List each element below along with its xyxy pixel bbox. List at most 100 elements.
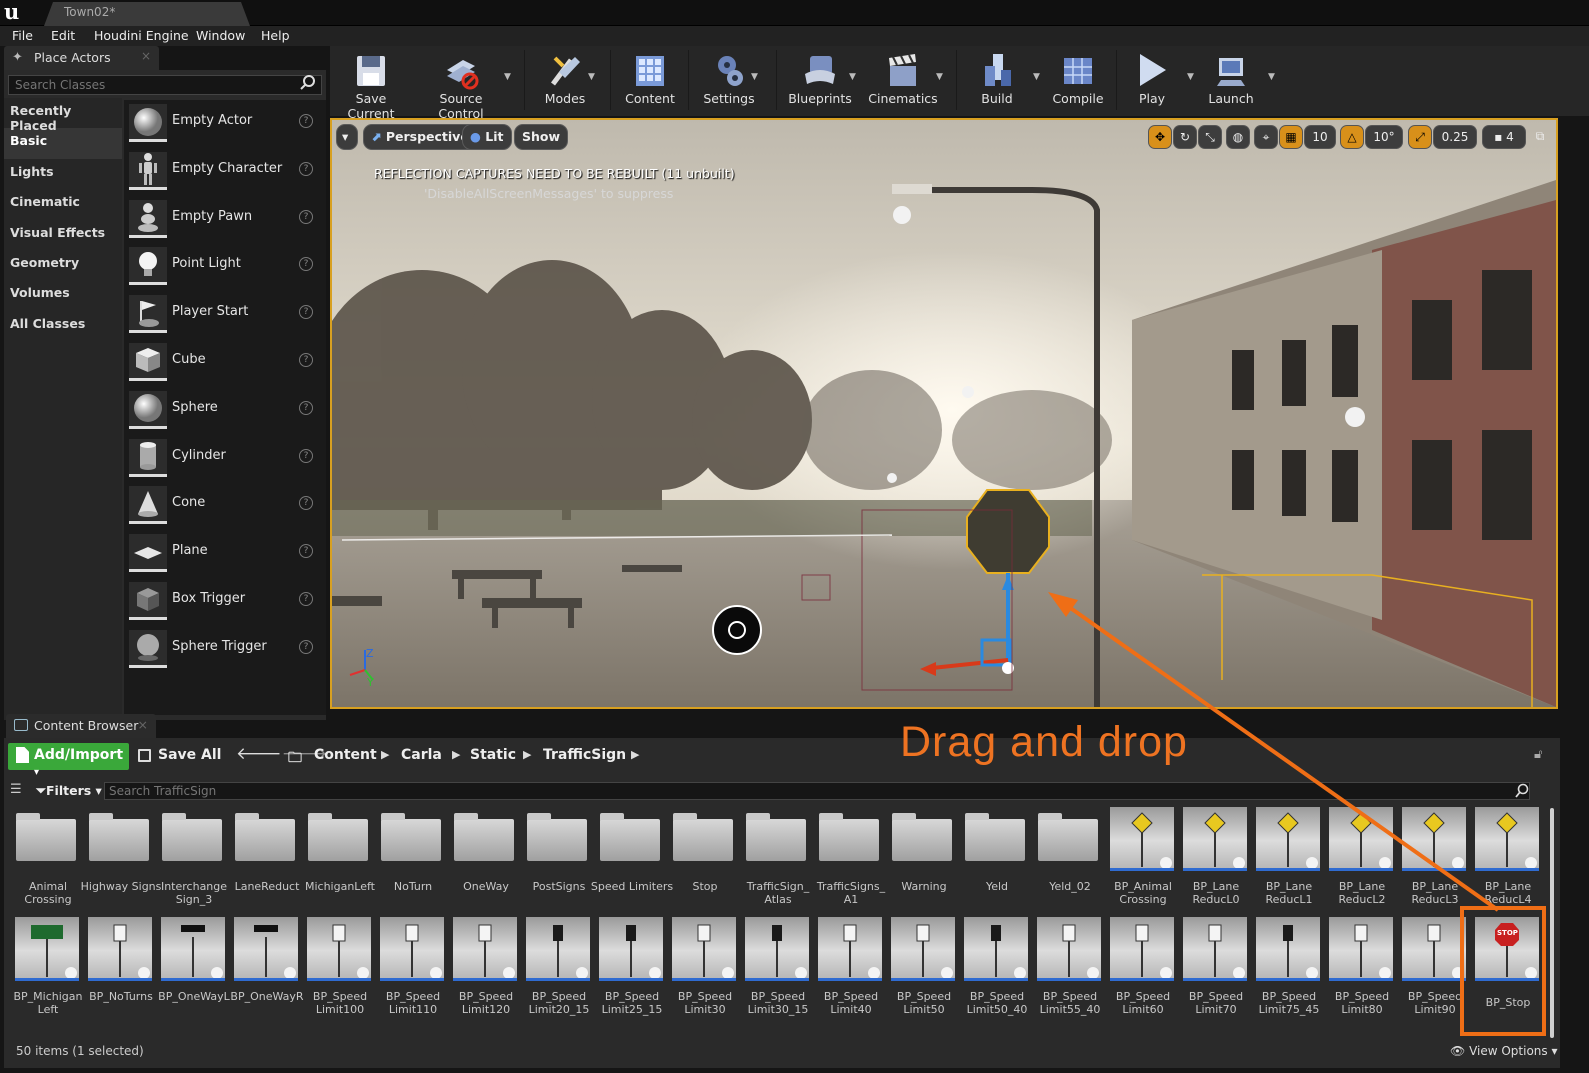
view-options-button[interactable]: 👁︎ View Options ▾ bbox=[1450, 1044, 1558, 1058]
blueprints-button[interactable]: Blueprints bbox=[784, 46, 856, 114]
asset-item[interactable]: BP_Speed Limit50 bbox=[888, 917, 960, 1025]
perspective-button[interactable]: ⬈ Perspective bbox=[363, 124, 477, 150]
compile-button[interactable]: Compile bbox=[1046, 46, 1110, 114]
menu-file[interactable]: File bbox=[12, 28, 33, 43]
asset-item[interactable]: BP_Speed Limit20_15 bbox=[523, 917, 595, 1025]
close-icon[interactable]: × bbox=[138, 717, 148, 732]
breadcrumb-static[interactable]: Static bbox=[470, 747, 516, 763]
category-visual-effects[interactable]: Visual Effects bbox=[4, 220, 122, 250]
asset-item[interactable]: BP_Michigan Left bbox=[12, 917, 84, 1025]
build-button[interactable]: Build bbox=[964, 46, 1030, 114]
menu-houdini-engine[interactable]: Houdini Engine bbox=[94, 28, 189, 43]
breadcrumb-trafficsign[interactable]: TrafficSign bbox=[543, 747, 626, 763]
folder-item[interactable]: NoTurn bbox=[377, 807, 449, 915]
level-viewport[interactable]: Z Y ▾ ⬈ Perspective ● Lit Show REFLECTIO… bbox=[330, 118, 1558, 709]
asset-item[interactable]: BP_Lane ReducL2 bbox=[1326, 807, 1398, 915]
chevron-right-icon[interactable]: ▶ bbox=[452, 748, 460, 761]
asset-item[interactable]: BP_Speed Limit55_40 bbox=[1034, 917, 1106, 1025]
asset-item[interactable]: BP_OneWayL bbox=[158, 917, 230, 1025]
content-button[interactable]: Content bbox=[618, 46, 682, 114]
asset-grid-scrollbar[interactable] bbox=[1550, 808, 1554, 1038]
asset-item[interactable]: BP_Lane ReducL3 bbox=[1399, 807, 1471, 915]
translate-icon[interactable]: ✥ bbox=[1148, 125, 1172, 149]
actor-item-cylinder[interactable]: Cylinder ? bbox=[124, 435, 326, 483]
chevron-down-icon[interactable]: ▼ bbox=[1268, 72, 1275, 82]
level-tab[interactable]: Town02* bbox=[44, 2, 250, 26]
world-space-icon[interactable]: ◍ bbox=[1226, 125, 1250, 149]
folder-item[interactable]: OneWay bbox=[450, 807, 522, 915]
actor-item-plane[interactable]: Plane ? bbox=[124, 530, 326, 578]
category-geometry[interactable]: Geometry bbox=[4, 250, 122, 280]
menu-window[interactable]: Window bbox=[196, 28, 245, 43]
chevron-down-icon[interactable]: ▼ bbox=[1187, 72, 1194, 82]
asset-item[interactable]: BP_Speed Limit120 bbox=[450, 917, 522, 1025]
filters-button[interactable]: ⏷Filters ▾ bbox=[36, 783, 102, 799]
help-icon[interactable]: ? bbox=[299, 352, 313, 367]
asset-item[interactable]: BP_Speed Limit50_40 bbox=[961, 917, 1033, 1025]
category-all-classes[interactable]: All Classes bbox=[4, 311, 122, 341]
help-icon[interactable]: ? bbox=[299, 257, 313, 272]
chevron-down-icon[interactable]: ▼ bbox=[936, 72, 943, 82]
asset-item[interactable]: BP_Speed Limit100 bbox=[304, 917, 376, 1025]
breadcrumb-carla[interactable]: Carla bbox=[401, 747, 442, 763]
launch-button[interactable]: Launch bbox=[1200, 46, 1262, 114]
folder-item[interactable]: Stop bbox=[669, 807, 741, 915]
folder-item[interactable]: Highway Signs bbox=[81, 807, 161, 915]
camera-speed-button[interactable]: ▪ 4 bbox=[1482, 125, 1526, 149]
asset-item[interactable]: BP_Speed Limit40 bbox=[815, 917, 887, 1025]
folder-item[interactable]: Yeld_02 bbox=[1034, 807, 1106, 915]
source-control-button[interactable]: Source Control bbox=[416, 46, 506, 121]
chevron-right-icon[interactable]: ▶ bbox=[381, 748, 389, 761]
actor-item-empty-actor[interactable]: Empty Actor ? bbox=[124, 100, 326, 148]
help-icon[interactable]: ? bbox=[299, 448, 313, 463]
save-current-button[interactable]: Save Current bbox=[332, 46, 410, 121]
asset-item[interactable]: BP_Lane ReducL1 bbox=[1253, 807, 1325, 915]
place-actors-tab[interactable]: ✦ Place Actors × bbox=[4, 46, 159, 70]
maximize-viewport-icon[interactable]: ⧉ bbox=[1532, 125, 1548, 149]
asset-item[interactable]: BP_OneWayR bbox=[230, 917, 304, 1025]
save-all-button[interactable]: Save All bbox=[138, 747, 221, 763]
actor-item-sphere[interactable]: Sphere ? bbox=[124, 387, 326, 435]
scale-snap-icon[interactable]: ⤢ bbox=[1408, 125, 1432, 149]
asset-item[interactable]: BP_Speed Limit30_15 bbox=[742, 917, 814, 1025]
chevron-down-icon[interactable]: ▼ bbox=[504, 72, 511, 82]
chevron-down-icon[interactable]: ▼ bbox=[588, 72, 595, 82]
actor-item-box-trigger[interactable]: Box Trigger ? bbox=[124, 578, 326, 626]
folder-icon[interactable]: 🗀 bbox=[288, 747, 302, 771]
asset-item[interactable]: BP_Lane ReducL4 bbox=[1472, 807, 1544, 915]
menu-help[interactable]: Help bbox=[261, 28, 290, 43]
help-icon[interactable]: ? bbox=[299, 114, 313, 128]
search-icon[interactable] bbox=[1514, 783, 1530, 799]
content-browser-tab[interactable]: Content Browser × bbox=[6, 714, 156, 738]
search-trafficsign-input[interactable] bbox=[104, 782, 1530, 800]
help-icon[interactable]: ? bbox=[299, 639, 313, 654]
help-icon[interactable]: ? bbox=[299, 496, 313, 511]
category-recently-placed[interactable]: Recently Placed bbox=[4, 98, 122, 133]
close-icon[interactable]: × bbox=[141, 49, 151, 63]
chevron-right-icon[interactable]: ▶ bbox=[523, 748, 531, 761]
sources-panel-icon[interactable]: ☰ bbox=[10, 782, 22, 797]
help-icon[interactable]: ? bbox=[299, 305, 313, 320]
help-icon[interactable]: ? bbox=[299, 591, 313, 606]
help-icon[interactable]: ? bbox=[299, 161, 313, 176]
viewport-options-dropdown[interactable]: ▾ bbox=[336, 124, 358, 150]
rotation-snap-value[interactable]: 10° bbox=[1365, 125, 1403, 149]
search-icon[interactable] bbox=[298, 73, 318, 93]
actor-item-player-start[interactable]: Player Start ? bbox=[124, 291, 326, 339]
help-icon[interactable]: ? bbox=[299, 544, 313, 559]
folder-item[interactable]: Warning bbox=[888, 807, 960, 915]
chevron-down-icon[interactable]: ▼ bbox=[1033, 72, 1040, 82]
surface-snap-icon[interactable]: ⌖ bbox=[1254, 125, 1278, 149]
asset-item[interactable]: BP_Lane ReducL0 bbox=[1180, 807, 1252, 915]
grid-snap-icon[interactable]: ▦ bbox=[1279, 125, 1303, 149]
asset-item[interactable]: BP_Speed Limit25_15 bbox=[596, 917, 668, 1025]
actor-item-cone[interactable]: Cone ? bbox=[124, 482, 326, 530]
cinematics-button[interactable]: Cinematics bbox=[866, 46, 940, 114]
show-button[interactable]: Show bbox=[514, 124, 569, 150]
chevron-down-icon[interactable]: ▼ bbox=[751, 72, 758, 82]
chevron-down-icon[interactable]: ▼ bbox=[849, 72, 856, 82]
viewport-scene[interactable]: Z Y bbox=[332, 120, 1556, 707]
actor-item-empty-pawn[interactable]: Empty Pawn ? bbox=[124, 196, 326, 244]
folder-item[interactable]: LaneReduct bbox=[231, 807, 303, 915]
actor-item-empty-character[interactable]: Empty Character ? bbox=[124, 148, 326, 196]
